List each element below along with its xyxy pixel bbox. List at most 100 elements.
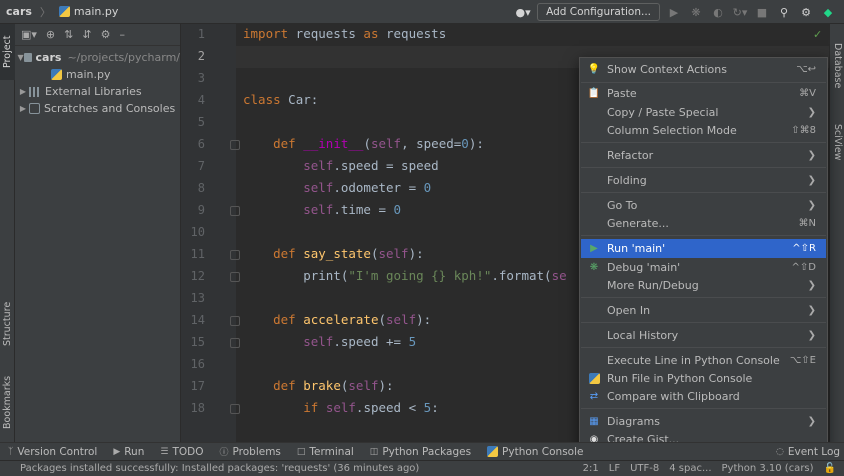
chevron-right-icon: ❯ — [807, 330, 816, 341]
menu-item-run-main[interactable]: ▶ Run 'main' ^⇧R — [581, 239, 826, 258]
tab-database[interactable]: Database — [830, 34, 844, 98]
lock-icon[interactable]: 🔓 — [824, 463, 836, 474]
stop-icon[interactable]: ■ — [754, 4, 770, 20]
code-line: class Car: — [243, 92, 319, 107]
interpreter-selector[interactable]: Python 3.10 (cars) — [722, 463, 814, 474]
profile-icon[interactable]: ↻▾ — [732, 4, 748, 20]
chevron-right-icon: ❯ — [807, 200, 816, 211]
line-number: 9 — [197, 203, 205, 217]
indent-setting[interactable]: 4 spac... — [669, 463, 711, 474]
collapse-all-icon[interactable]: ⇵ — [82, 28, 91, 41]
fold-marker-icon[interactable] — [230, 140, 240, 150]
menu-item-paste[interactable]: 📋 Paste ⌘V — [581, 84, 826, 103]
tree-item-scratches[interactable]: ▶ Scratches and Consoles — [15, 100, 180, 117]
line-number: 15 — [190, 335, 205, 349]
inspection-ok-icon[interactable]: ✓ — [813, 28, 822, 41]
add-configuration-button[interactable]: Add Configuration... — [537, 3, 660, 21]
hide-panel-icon[interactable]: – — [119, 28, 125, 41]
tab-bookmarks[interactable]: Bookmarks — [0, 367, 15, 437]
code-line: self.odometer = 0 — [303, 180, 432, 195]
tab-todo[interactable]: ☰ TODO — [160, 446, 203, 458]
line-number: 13 — [190, 291, 205, 305]
breadcrumb-file[interactable]: main.py — [74, 5, 118, 18]
line-number: 7 — [197, 159, 205, 173]
branch-icon: ᛉ — [8, 446, 14, 457]
caret-position[interactable]: 2:1 — [583, 463, 599, 474]
breadcrumb-project[interactable]: cars — [6, 5, 32, 18]
code-line: print("I'm going {} kph!".format(se — [243, 268, 567, 283]
gear-icon[interactable]: ⚙ — [101, 28, 111, 41]
tree-item-main-py[interactable]: main.py — [15, 66, 180, 83]
tree-item-label: cars — [35, 51, 62, 64]
status-bar: Packages installed successfully: Install… — [0, 460, 844, 476]
code-line: def say_state(self): — [273, 246, 424, 261]
tab-structure[interactable]: Structure — [0, 292, 15, 356]
file-encoding[interactable]: UTF-8 — [630, 463, 659, 474]
expand-all-icon[interactable]: ⇅ — [64, 28, 73, 41]
line-separator[interactable]: LF — [609, 463, 620, 474]
menu-item-folding[interactable]: Folding ❯ — [581, 171, 826, 190]
user-icon[interactable]: ●▾ — [515, 4, 531, 20]
chevron-down-icon[interactable]: ▼ — [17, 53, 24, 62]
menu-item-go-to[interactable]: Go To ❯ — [581, 196, 826, 215]
menu-item-local-history[interactable]: Local History ❯ — [581, 326, 826, 345]
compare-icon: ⇄ — [589, 391, 599, 402]
menu-item-more-run-debug[interactable]: More Run/Debug ❯ — [581, 276, 826, 295]
menu-item-column-selection-mode[interactable]: Column Selection Mode ⇧⌘8 — [581, 121, 826, 140]
debug-icon[interactable]: ❋ — [688, 4, 704, 20]
status-message[interactable]: Packages installed successfully: Install… — [0, 463, 583, 474]
tab-version-control[interactable]: ᛉ Version Control — [8, 446, 97, 458]
line-number: 16 — [190, 357, 205, 371]
tree-item-external-libraries[interactable]: ▶ External Libraries — [15, 83, 180, 100]
tab-sciview[interactable]: SciView — [830, 116, 844, 168]
package-icon: ◫ — [369, 446, 379, 457]
project-tree: ▼ cars ~/projects/pycharm/ main.py ▶ Ext… — [15, 46, 180, 117]
code-line: def brake(self): — [273, 378, 394, 393]
python-console-icon — [487, 446, 499, 457]
gear-icon[interactable]: ⚙ — [798, 4, 814, 20]
menu-item-refactor[interactable]: Refactor ❯ — [581, 146, 826, 165]
fold-marker-icon[interactable] — [230, 316, 240, 326]
menu-item-compare-clipboard[interactable]: ⇄ Compare with Clipboard — [581, 387, 826, 406]
menu-item-debug-main[interactable]: ❋ Debug 'main' ^⇧D — [581, 258, 826, 277]
view-mode-dropdown-icon[interactable]: ▣▾ — [21, 28, 37, 41]
fold-marker-icon[interactable] — [230, 206, 240, 216]
fold-marker-icon[interactable] — [230, 250, 240, 260]
tab-python-console[interactable]: Python Console — [487, 446, 583, 458]
locate-icon[interactable]: ⊕ — [46, 28, 55, 41]
fold-marker-icon[interactable] — [230, 272, 240, 282]
fold-marker-icon[interactable] — [230, 338, 240, 348]
menu-item-open-in[interactable]: Open In ❯ — [581, 301, 826, 320]
pycharm-logo-icon[interactable]: ◆ — [820, 4, 836, 20]
menu-item-show-context-actions[interactable]: 💡 Show Context Actions ⌥↩ — [581, 60, 826, 79]
line-number: 11 — [190, 247, 205, 261]
menu-separator — [581, 235, 826, 236]
chevron-right-icon[interactable]: ▶ — [17, 104, 29, 113]
menu-item-diagrams[interactable]: ▦ Diagrams ❯ — [581, 412, 826, 431]
menu-item-execute-line[interactable]: Execute Line in Python Console ⌥⇧E — [581, 351, 826, 370]
tab-project[interactable]: Project — [0, 24, 15, 80]
line-number: 17 — [190, 379, 205, 393]
code-line: import requests as requests — [243, 26, 447, 41]
tree-item-label: External Libraries — [45, 85, 142, 98]
tab-run[interactable]: ▶ Run — [113, 446, 144, 458]
search-icon[interactable]: ⚲ — [776, 4, 792, 20]
chevron-right-icon: ❯ — [807, 416, 816, 427]
chevron-right-icon: ❯ — [807, 305, 816, 316]
tab-terminal[interactable]: □ Terminal — [297, 446, 354, 458]
coverage-icon[interactable]: ◐ — [710, 4, 726, 20]
fold-marker-icon[interactable] — [230, 404, 240, 414]
menu-separator — [581, 142, 826, 143]
tab-problems[interactable]: ⓘ Problems — [219, 445, 280, 459]
line-number: 4 — [197, 93, 205, 107]
menu-item-copy-paste-special[interactable]: Copy / Paste Special ❯ — [581, 103, 826, 122]
tab-python-packages[interactable]: ◫ Python Packages — [370, 446, 471, 458]
menu-item-run-file-console[interactable]: Run File in Python Console — [581, 369, 826, 388]
tree-item-cars[interactable]: ▼ cars ~/projects/pycharm/ — [15, 49, 180, 66]
run-icon[interactable]: ▶ — [666, 4, 682, 20]
code-line: self.time = 0 — [303, 202, 402, 217]
chevron-right-icon[interactable]: ▶ — [17, 87, 29, 96]
menu-item-generate[interactable]: Generate... ⌘N — [581, 214, 826, 233]
project-panel: ▣▾ ⊕ ⇅ ⇵ ⚙ – ▼ cars ~/projects/pycharm/ … — [15, 24, 181, 442]
tab-event-log[interactable]: ◌ Event Log — [776, 446, 840, 458]
